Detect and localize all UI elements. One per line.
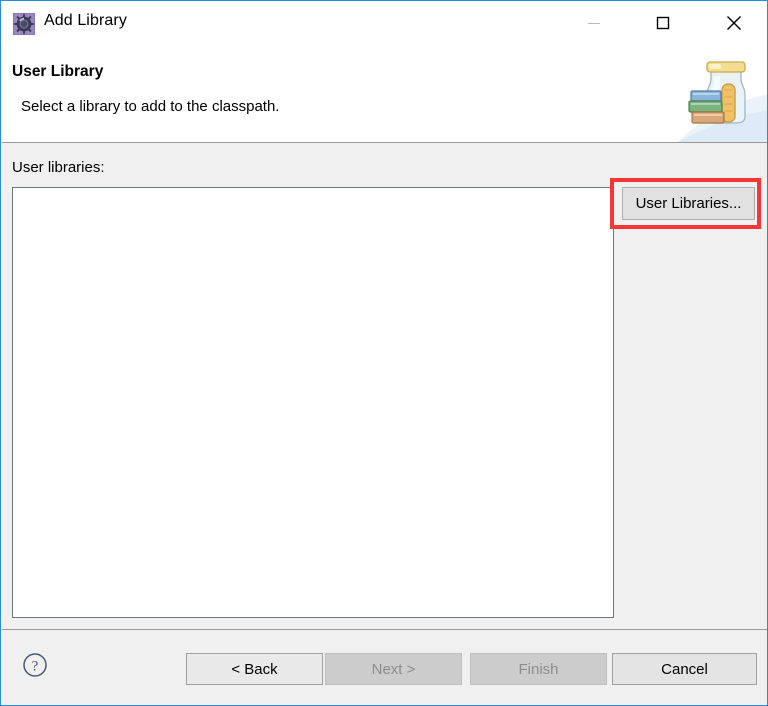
minimize-button[interactable] xyxy=(571,1,617,45)
finish-button[interactable]: Finish xyxy=(470,653,607,685)
title-bar: Add Library xyxy=(1,1,767,46)
user-libraries-button[interactable]: User Libraries... xyxy=(622,187,755,220)
close-button[interactable] xyxy=(711,1,757,45)
wizard-content: User libraries: User Libraries... xyxy=(2,143,767,629)
help-question-icon[interactable]: ? xyxy=(22,652,48,678)
back-button[interactable]: < Back xyxy=(186,653,323,685)
svg-text:?: ? xyxy=(32,659,39,675)
page-title: User Library xyxy=(12,63,104,80)
eclipse-library-gear-icon xyxy=(12,12,36,36)
user-libraries-label: User libraries: xyxy=(12,159,105,176)
window-title: Add Library xyxy=(44,12,127,29)
wizard-footer: ? < Back Next > Finish Cancel xyxy=(2,629,767,705)
wizard-header: User Library Select a library to add to … xyxy=(2,46,767,143)
user-libraries-list[interactable] xyxy=(12,187,614,618)
library-jar-books-icon xyxy=(678,46,767,142)
next-button[interactable]: Next > xyxy=(325,653,462,685)
maximize-button[interactable] xyxy=(640,1,686,45)
add-library-dialog: Add Library User Library Select a librar… xyxy=(0,0,768,706)
page-description: Select a library to add to the classpath… xyxy=(21,98,280,115)
cancel-button[interactable]: Cancel xyxy=(612,653,757,685)
